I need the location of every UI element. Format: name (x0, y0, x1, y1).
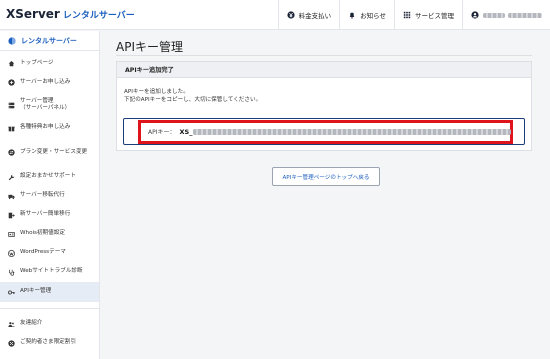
xserver-logo[interactable]: XServer レンタルサーバー (6, 7, 135, 21)
swap-icon (8, 149, 15, 156)
sidebar-item-wordpress-theme[interactable]: WordPressテーマ (0, 244, 99, 262)
card-title: APIキー追加完了 (117, 62, 531, 78)
user-icon (471, 11, 479, 19)
friends-icon (8, 321, 15, 327)
api-key-row[interactable]: APIキー： XS_ (148, 127, 512, 136)
user-name-redacted (483, 12, 505, 18)
header-nav-news[interactable]: お知らせ (339, 0, 394, 30)
sidebar-item-benefits[interactable]: 各種特典お申し込み (0, 119, 99, 137)
instruction-message: 下記のAPIキーをコピーし、大切に保管してください。 (124, 97, 262, 103)
home-icon (8, 61, 15, 67)
api-key-prefix[interactable]: XS_ (180, 128, 193, 136)
page-title: APIキー管理 (116, 40, 183, 54)
sidebar-item-setup-support[interactable]: 設定おまかせサポート (0, 168, 99, 186)
sidebar-divider (0, 308, 99, 309)
top-header: XServer レンタルサーバー 料金支払い お知らせ サービス管理 (0, 0, 550, 30)
sidebar-item-member-discount[interactable]: ご契約者さま限定割引 (0, 334, 99, 352)
header-nav-payment[interactable]: 料金支払い (277, 0, 340, 30)
sidebar-item-referral[interactable]: 友達紹介 (0, 315, 99, 333)
success-message: APIキーを追加しました。 (124, 89, 189, 95)
server-icon (8, 102, 15, 108)
sidebar-item-top[interactable]: トップページ (0, 55, 99, 72)
sidebar: レンタルサーバー トップページ サーバーお申し込み サーバー管理 （サーバーパネル… (0, 31, 100, 359)
sidebar-item-site-diagnosis[interactable]: Webサイトトラブル診断 (0, 263, 99, 281)
logo-main-text: XServer (6, 7, 60, 21)
key-icon (8, 290, 15, 294)
grid-icon (403, 11, 411, 19)
sidebar-item-api-key[interactable]: APIキー管理 (0, 282, 99, 302)
wordpress-icon (8, 249, 15, 257)
plus-circle-icon (8, 79, 15, 86)
header-nav-news-label: お知らせ (360, 12, 386, 20)
header-user-menu[interactable] (462, 0, 550, 30)
user-id-redacted (508, 12, 542, 18)
gift-icon (8, 126, 15, 131)
bell-icon (349, 12, 355, 19)
sidebar-item-whois[interactable]: Whois初期値設定 (0, 225, 99, 243)
api-key-value-redacted[interactable] (193, 128, 512, 135)
wrench-icon (8, 174, 15, 180)
sidebar-item-server-order[interactable]: サーバーお申し込み (0, 74, 99, 91)
migrate-icon (8, 212, 15, 218)
logo-sub-text: レンタルサーバー (62, 11, 135, 21)
header-nav-service[interactable]: サービス管理 (394, 0, 462, 30)
back-to-api-top-button[interactable]: APIキー管理ページのトップへ戻る (272, 167, 380, 186)
header-nav-payment-label: 料金支払い (298, 12, 332, 20)
api-key-label: APIキー： (148, 129, 176, 136)
title-divider (116, 55, 532, 56)
stethoscope-icon (9, 269, 15, 276)
rental-server-icon (8, 36, 16, 45)
sidebar-item-easy-migration[interactable]: 新サーバー簡単移行 (0, 206, 99, 224)
sidebar-item-migration-service[interactable]: サーバー移転代行 (0, 187, 99, 205)
yen-icon (287, 11, 295, 19)
percent-icon (8, 339, 15, 347)
sidebar-title[interactable]: レンタルサーバー (0, 31, 99, 51)
header-nav: 料金支払い お知らせ サービス管理 (277, 0, 550, 30)
id-card-icon (8, 231, 15, 237)
header-nav-service-label: サービス管理 (415, 12, 454, 20)
sidebar-title-label: レンタルサーバー (21, 36, 77, 45)
sidebar-item-server-panel[interactable]: サーバー管理 （サーバーパネル） (0, 93, 99, 117)
truck-icon (8, 194, 15, 199)
sidebar-item-plan-change[interactable]: プラン変更・サービス変更 (0, 138, 99, 167)
